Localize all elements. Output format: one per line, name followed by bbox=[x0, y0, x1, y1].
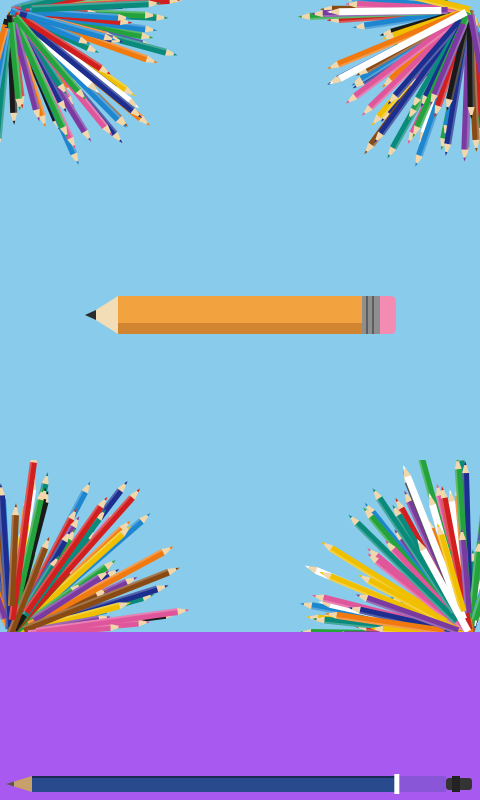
game-stage[interactable] bbox=[0, 0, 480, 800]
progress-marker bbox=[394, 774, 400, 794]
pencil-eraser bbox=[380, 296, 396, 334]
colored-pencils-bottom-right bbox=[298, 460, 480, 632]
progress-bar-fill bbox=[32, 776, 397, 792]
pencil-icon[interactable] bbox=[80, 292, 400, 340]
pencil-lead-tip bbox=[85, 310, 96, 320]
pencil-ferrule-ring bbox=[372, 296, 374, 334]
progress-pencil bbox=[6, 774, 472, 794]
colored-pencils-bottom-left bbox=[0, 460, 190, 632]
progress-pencil-lead bbox=[6, 781, 14, 787]
pencil-body-stripe bbox=[118, 323, 362, 334]
pencil-ferrule-ring bbox=[366, 296, 368, 334]
progress-bar-edge bbox=[32, 776, 397, 778]
colored-pencils-top-left bbox=[0, 0, 188, 165]
progress-pencil-cap-band bbox=[452, 776, 460, 792]
pencil-ferrule bbox=[362, 296, 380, 334]
colored-pencils-top-right bbox=[297, 0, 480, 170]
